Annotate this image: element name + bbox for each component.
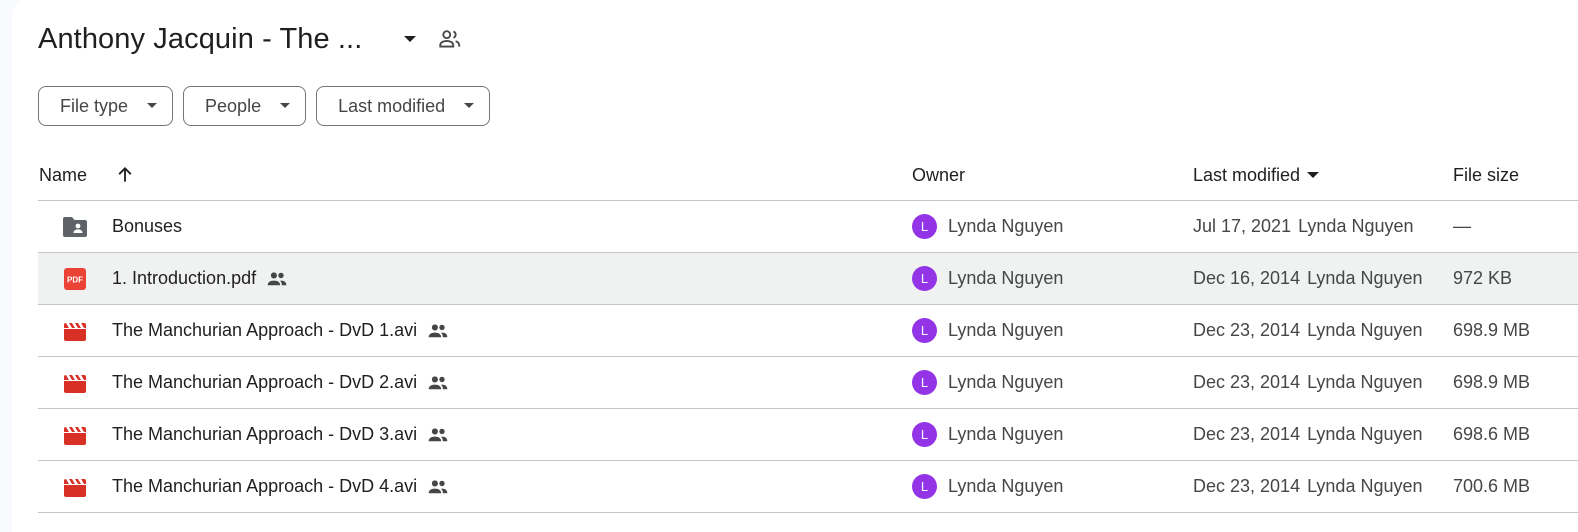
people-outline-icon[interactable] [436, 25, 464, 53]
last-modified-filter-button[interactable]: Last modified [316, 86, 491, 126]
modified-date: Dec 23, 2014 [1193, 320, 1301, 340]
shared-people-icon [427, 479, 449, 495]
pdf-icon: PDF [62, 253, 88, 304]
filter-label: File type [60, 95, 129, 116]
avatar: L [912, 422, 937, 447]
modified-by: Lynda Nguyen [1307, 372, 1423, 392]
shared-people-icon [427, 427, 449, 443]
table-row[interactable]: The Manchurian Approach - DvD 1.avi L Ly… [38, 305, 1578, 357]
avatar: L [912, 318, 937, 343]
file-name: The Manchurian Approach - DvD 4.avi [112, 476, 418, 496]
folder-header: Anthony Jacquin - The ... [38, 14, 464, 64]
file-table: Name Owner Last modified File size Bonus… [38, 150, 1578, 513]
last-modified-cell: Jul 17, 2021 Lynda Nguyen [1193, 201, 1414, 252]
file-size-cell: 700.6 MB [1453, 476, 1531, 496]
filter-label: People [205, 95, 262, 116]
file-size-cell: 698.6 MB [1453, 424, 1531, 444]
file-name: The Manchurian Approach - DvD 2.avi [112, 372, 418, 392]
modified-by: Lynda Nguyen [1298, 216, 1414, 236]
owner-cell: L Lynda Nguyen [912, 357, 1063, 408]
avatar: L [912, 474, 937, 499]
modified-by: Lynda Nguyen [1307, 268, 1423, 288]
shared-people-icon [427, 375, 449, 391]
video-icon [62, 357, 88, 408]
column-label: Last modified [1193, 164, 1301, 185]
file-name: 1. Introduction.pdf [112, 268, 257, 288]
folder-title[interactable]: Anthony Jacquin - The ... [38, 23, 362, 56]
owner-cell: L Lynda Nguyen [912, 461, 1063, 512]
file-size-cell: 972 KB [1453, 268, 1513, 288]
last-modified-cell: Dec 23, 2014 Lynda Nguyen [1193, 461, 1423, 512]
modified-date: Jul 17, 2021 [1193, 216, 1292, 236]
avatar: L [912, 266, 937, 291]
last-modified-cell: Dec 23, 2014 Lynda Nguyen [1193, 409, 1423, 460]
owner-name: Lynda Nguyen [948, 424, 1064, 444]
file-name: The Manchurian Approach - DvD 3.avi [112, 424, 418, 444]
avatar: L [912, 214, 937, 239]
modified-date: Dec 23, 2014 [1193, 424, 1301, 444]
owner-cell: L Lynda Nguyen [912, 305, 1063, 356]
last-modified-column-header[interactable]: Last modified [1193, 150, 1320, 200]
shared-people-icon [266, 271, 288, 287]
arrow-drop-down-icon[interactable] [1306, 170, 1320, 180]
file-name-cell[interactable]: The Manchurian Approach - DvD 3.avi [112, 409, 449, 460]
file-size-column-header[interactable]: File size [1453, 150, 1519, 200]
owner-name: Lynda Nguyen [948, 372, 1064, 392]
modified-by: Lynda Nguyen [1307, 476, 1423, 496]
video-icon [62, 409, 88, 460]
modified-by: Lynda Nguyen [1307, 424, 1423, 444]
table-row[interactable]: PDF 1. Introduction.pdf L Lynda Nguyen D… [38, 253, 1578, 305]
people-filter-button[interactable]: People [183, 86, 307, 126]
owner-column-header[interactable]: Owner [912, 150, 965, 200]
file-name-cell[interactable]: The Manchurian Approach - DvD 1.avi [112, 305, 449, 356]
column-label: Owner [912, 164, 966, 185]
avatar: L [912, 370, 937, 395]
table-row[interactable]: The Manchurian Approach - DvD 4.avi L Ly… [38, 461, 1578, 513]
table-row[interactable]: Bonuses L Lynda Nguyen Jul 17, 2021 Lynd… [38, 201, 1578, 253]
filter-bar: File type People Last modified [38, 86, 491, 126]
table-row[interactable]: The Manchurian Approach - DvD 3.avi L Ly… [38, 409, 1578, 461]
table-row[interactable]: The Manchurian Approach - DvD 2.avi L Ly… [38, 357, 1578, 409]
owner-name: Lynda Nguyen [948, 268, 1064, 288]
svg-text:PDF: PDF [67, 275, 83, 284]
owner-name: Lynda Nguyen [948, 320, 1064, 340]
name-column-header[interactable]: Name [39, 150, 135, 200]
file-browser-panel: Anthony Jacquin - The ... File type Peop… [12, 0, 1578, 532]
arrow-up-icon[interactable] [115, 165, 135, 185]
file-name-cell[interactable]: Bonuses [112, 201, 182, 252]
owner-cell: L Lynda Nguyen [912, 409, 1063, 460]
chevron-down-icon [279, 102, 291, 110]
last-modified-cell: Dec 16, 2014 Lynda Nguyen [1193, 253, 1423, 304]
owner-name: Lynda Nguyen [948, 476, 1064, 496]
file-type-filter-button[interactable]: File type [38, 86, 174, 126]
chevron-down-icon [463, 102, 475, 110]
last-modified-cell: Dec 23, 2014 Lynda Nguyen [1193, 305, 1423, 356]
modified-date: Dec 23, 2014 [1193, 476, 1301, 496]
shared-people-icon [427, 323, 449, 339]
modified-by: Lynda Nguyen [1307, 320, 1423, 340]
modified-date: Dec 16, 2014 [1193, 268, 1301, 288]
shared-folder-icon [62, 201, 88, 252]
column-label: Name [39, 164, 88, 185]
file-name: The Manchurian Approach - DvD 1.avi [112, 320, 418, 340]
file-name-cell[interactable]: The Manchurian Approach - DvD 2.avi [112, 357, 449, 408]
chevron-down-icon [146, 102, 158, 110]
modified-date: Dec 23, 2014 [1193, 372, 1301, 392]
column-label: File size [1453, 164, 1520, 185]
video-icon [62, 305, 88, 356]
arrow-drop-down-icon[interactable] [398, 27, 422, 51]
filter-label: Last modified [338, 95, 446, 116]
file-name-cell[interactable]: 1. Introduction.pdf [112, 253, 288, 304]
file-size-cell: 698.9 MB [1453, 320, 1531, 340]
owner-name: Lynda Nguyen [948, 216, 1064, 236]
file-name-cell[interactable]: The Manchurian Approach - DvD 4.avi [112, 461, 449, 512]
owner-cell: L Lynda Nguyen [912, 253, 1063, 304]
file-name: Bonuses [112, 216, 183, 236]
video-icon [62, 461, 88, 512]
owner-cell: L Lynda Nguyen [912, 201, 1063, 252]
last-modified-cell: Dec 23, 2014 Lynda Nguyen [1193, 357, 1423, 408]
file-size-cell: 698.9 MB [1453, 372, 1531, 392]
table-header: Name Owner Last modified File size [38, 150, 1578, 201]
file-size-cell: — [1453, 216, 1471, 236]
